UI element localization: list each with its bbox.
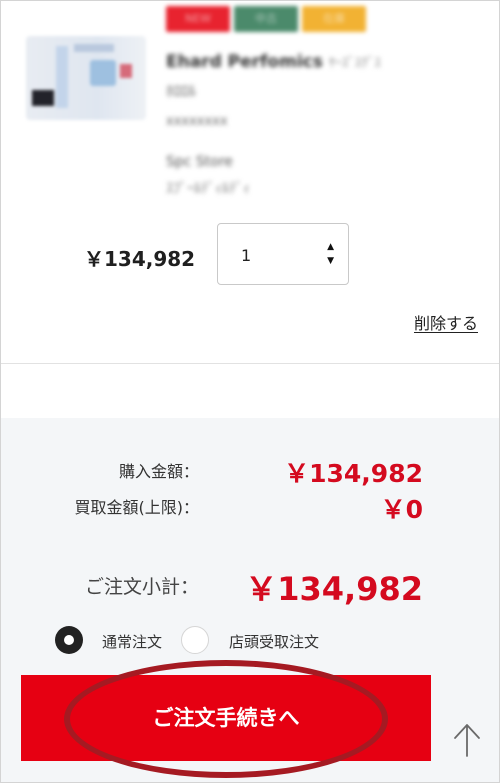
order-type-normal-radio[interactable] xyxy=(55,626,83,654)
checkout-button-label: ご注文手続きへ xyxy=(152,706,300,730)
order-type-store-pickup-radio[interactable] xyxy=(181,626,209,654)
purchase-amount-label: 購入金額： xyxy=(118,462,199,481)
quantity-value[interactable]: 1 xyxy=(241,246,251,265)
product-tags: NEW 中古 在庫 xyxy=(166,6,370,32)
product-tag-used: 中古 xyxy=(234,6,298,32)
buyback-amount-label: 買取金額(上限)： xyxy=(74,498,200,517)
subtotal-label: ご注文小計： xyxy=(84,576,199,598)
product-name[interactable]: Ehard Perfomics ﾔｰｽﾞｽｸﾞｽ xyxy=(166,52,381,72)
product-condition: Spc Store xyxy=(166,154,233,170)
quantity-stepper[interactable]: 1 ▲ ▼ xyxy=(217,223,349,285)
section-divider xyxy=(1,363,499,364)
product-tag-new: NEW xyxy=(166,6,230,32)
product-name-line2: ﾎﾛﾛﾙ xyxy=(166,82,197,100)
product-code: xxxxxxxx xyxy=(166,114,228,129)
subtotal-value: ￥134,982 xyxy=(245,570,423,608)
order-type-normal-label[interactable]: 通常注文 xyxy=(102,631,162,652)
order-type-options: 通常注文 店頭受取注文 xyxy=(1,623,499,659)
checkout-button[interactable]: ご注文手続きへ xyxy=(21,675,431,761)
product-thumbnail[interactable] xyxy=(26,36,146,120)
item-price: ￥134,982 xyxy=(84,247,196,271)
order-type-store-pickup-label[interactable]: 店頭受取注文 xyxy=(229,631,319,652)
product-condition-detail: ｽﾌﾟｰﾙﾃﾞｨﾙﾃﾞｨ xyxy=(166,181,250,197)
buyback-amount-value: ￥0 xyxy=(380,495,423,524)
scroll-to-top-arrow-icon[interactable] xyxy=(450,720,484,760)
product-tag-stock: 在庫 xyxy=(302,6,366,32)
delete-link[interactable]: 削除する xyxy=(414,310,478,334)
decrement-arrow-icon[interactable]: ▼ xyxy=(327,256,334,266)
purchase-amount-value: ￥134,982 xyxy=(284,459,423,488)
increment-arrow-icon[interactable]: ▲ xyxy=(327,242,334,252)
